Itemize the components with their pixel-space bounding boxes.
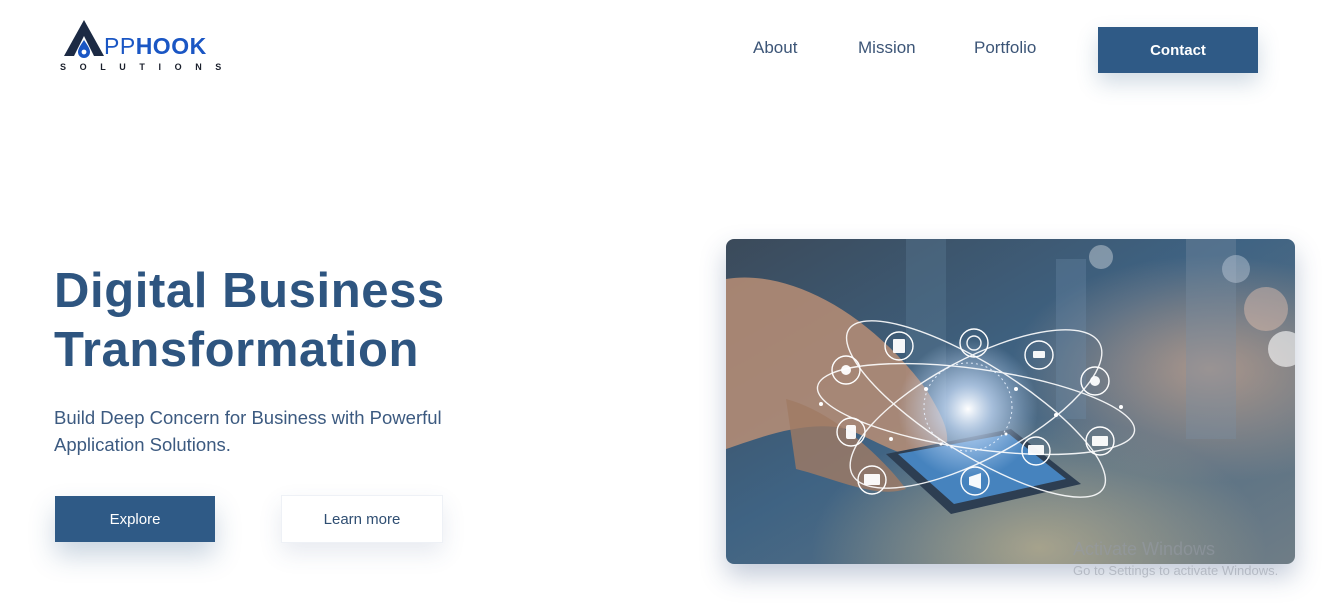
logo-hook-text: HOOK [135,33,207,59]
hero-illustration [726,239,1295,564]
nav-portfolio-link[interactable]: Portfolio [974,38,1036,58]
hero-image [726,239,1295,564]
logo-subtitle: SOLUTIONS [60,62,235,72]
nav-about-link[interactable]: About [753,38,797,58]
logo-mark-icon [64,20,104,58]
brand-logo[interactable]: PPHOOK SOLUTIONS [58,16,248,76]
logo-pp-text: PP [104,33,136,59]
learn-more-button[interactable]: Learn more [281,495,443,543]
hero-subtitle: Build Deep Concern for Business with Pow… [54,407,442,455]
activate-windows-watermark: Activate Windows [1073,539,1216,559]
activate-windows-hint: Go to Settings to activate Windows. [1073,563,1279,578]
nav-mission-link[interactable]: Mission [858,38,916,58]
explore-button[interactable]: Explore [55,496,215,542]
contact-button[interactable]: Contact [1098,27,1258,73]
hero-title: Digital Business Transformation [54,264,445,377]
logo-wordmark: PPHOOK [104,33,207,59]
